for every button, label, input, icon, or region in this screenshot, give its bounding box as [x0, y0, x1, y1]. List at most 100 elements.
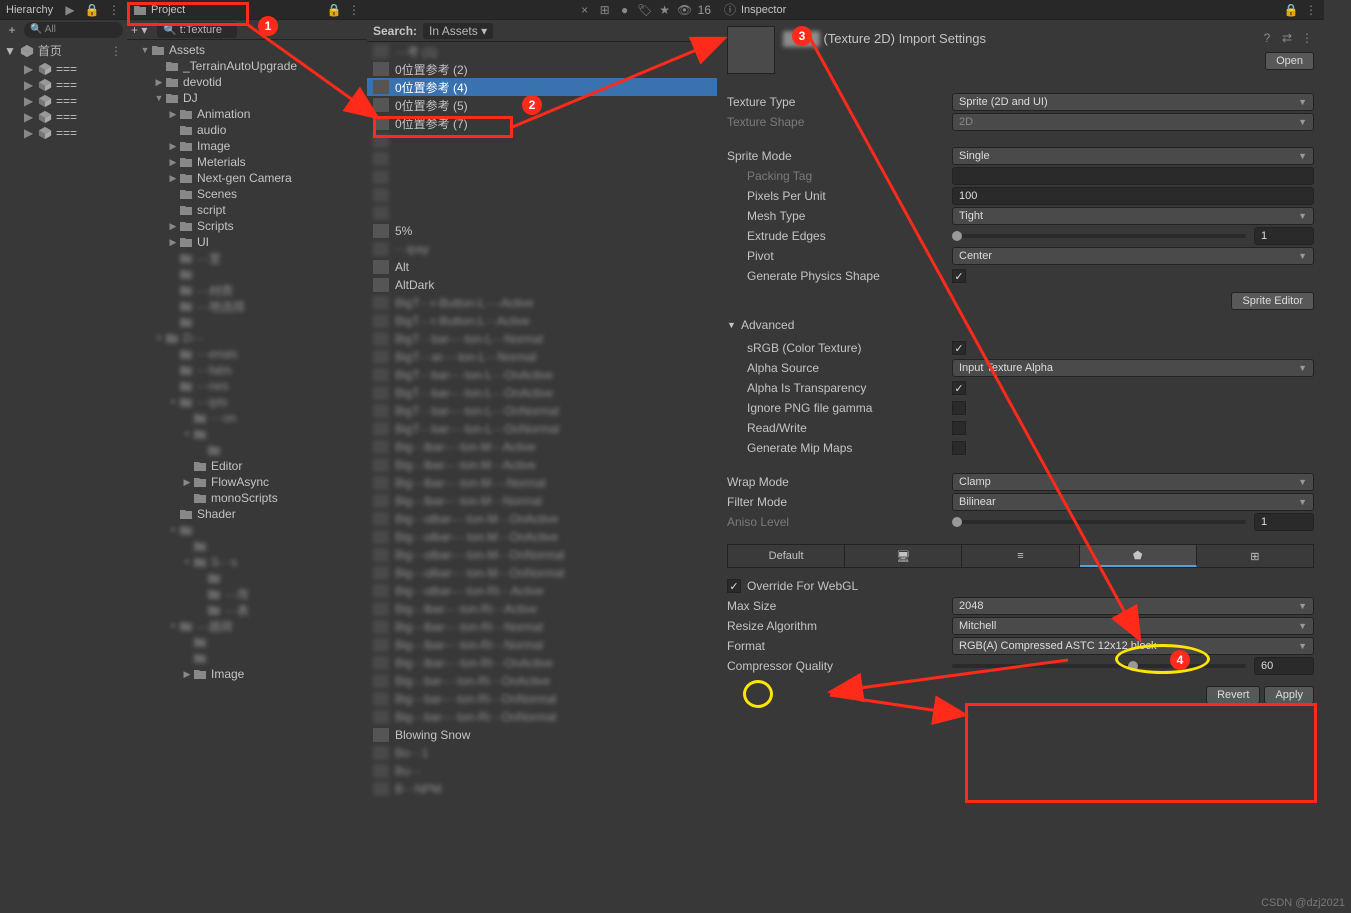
apply-button[interactable]: Apply	[1264, 686, 1314, 704]
search-result-item[interactable]: 5%	[367, 222, 717, 240]
search-result-item[interactable]: Big···lbar-···ton-Ri···Active	[367, 600, 717, 618]
search-result-item[interactable]: BigT···bar-···ton-L···OnNormal	[367, 402, 717, 420]
star-icon[interactable]: ★	[658, 3, 672, 17]
menu-icon[interactable]: ⋮	[109, 44, 123, 58]
tree-item[interactable]: ···传	[127, 586, 367, 602]
filter-mode-dropdown[interactable]: Bilinear▼	[952, 493, 1314, 511]
help-icon[interactable]: ?	[1260, 31, 1274, 45]
search-result-item[interactable]	[367, 186, 717, 204]
srgb-checkbox[interactable]	[952, 341, 966, 355]
search-result-item[interactable]: Big···bar-···ton-Ri···OnNormal	[367, 708, 717, 726]
tree-item[interactable]: ▶Image	[127, 138, 367, 154]
search-result-item[interactable]: BigT···ar-···ton-L···Normal	[367, 348, 717, 366]
tree-item[interactable]: ···表	[127, 602, 367, 618]
tree-item[interactable]: ···on	[127, 410, 367, 426]
platform-tab-windows[interactable]: ⊞	[1197, 545, 1313, 567]
search-result-item[interactable]	[367, 168, 717, 186]
tree-item[interactable]: ···erials	[127, 346, 367, 362]
search-result-item[interactable]: BigT···bar-···ton-L···OnActive	[367, 384, 717, 402]
filter-icon[interactable]: ●	[618, 3, 632, 17]
tree-item[interactable]	[127, 314, 367, 330]
search-result-item[interactable]: Big···lbar-···ton-M···-Normal	[367, 474, 717, 492]
advanced-foldout[interactable]: ▼Advanced	[717, 314, 1324, 336]
search-result-item[interactable]: Big···olbar-···ton-M···OnNormal	[367, 564, 717, 582]
sprite-editor-button[interactable]: Sprite Editor	[1231, 292, 1314, 310]
menu-icon[interactable]: ⋮	[1300, 31, 1314, 45]
menu-icon[interactable]: ⋮	[1304, 3, 1318, 17]
alpha-trans-checkbox[interactable]	[952, 381, 966, 395]
scene-root[interactable]: ▼ 首页 ⋮	[0, 40, 127, 61]
sprite-mode-dropdown[interactable]: Single▼	[952, 147, 1314, 165]
project-search-input[interactable]: 🔍 t:Texture	[157, 22, 237, 38]
search-result-item[interactable]: Big···olbar-···ton-M···OnActive	[367, 528, 717, 546]
tree-item[interactable]: script	[127, 202, 367, 218]
search-result-item[interactable]: 0位置参考 (4)	[367, 78, 717, 96]
search-result-item[interactable]: BigT···bar-···ton-L···OnNormal	[367, 420, 717, 438]
platform-tab-webgl[interactable]: ⬟	[1080, 545, 1197, 567]
tree-item[interactable]: ▼···ipts	[127, 394, 367, 410]
open-button[interactable]: Open	[1265, 52, 1314, 70]
menu-icon[interactable]: ⋮	[107, 3, 121, 17]
search-result-item[interactable]: 0位置参考 (5)	[367, 96, 717, 114]
packing-tag-input[interactable]	[952, 167, 1314, 185]
search-result-item[interactable]: Big···olbar-···ton-M···OnActive	[367, 510, 717, 528]
ignore-gamma-checkbox[interactable]	[952, 401, 966, 415]
search-result-item[interactable]: Big···lbar-···ton-Ri···OnActive	[367, 654, 717, 672]
tree-item[interactable]: ▶Image	[127, 666, 367, 682]
add-icon[interactable]: + ▾	[131, 23, 151, 37]
generate-physics-checkbox[interactable]	[952, 269, 966, 283]
revert-button[interactable]: Revert	[1206, 686, 1260, 704]
mesh-type-dropdown[interactable]: Tight▼	[952, 207, 1314, 225]
mipmap-checkbox[interactable]	[952, 441, 966, 455]
tree-item[interactable]: Scenes	[127, 186, 367, 202]
tree-item[interactable]: Editor	[127, 458, 367, 474]
format-dropdown[interactable]: RGB(A) Compressed ASTC 12x12 block▼	[952, 637, 1314, 655]
tree-item[interactable]	[127, 442, 367, 458]
tree-item[interactable]: ▶Scripts	[127, 218, 367, 234]
search-result-item[interactable]	[367, 132, 717, 150]
search-result-item[interactable]: BigT···bar-···ton-L···OnActive	[367, 366, 717, 384]
collapse-icon[interactable]: ⊞	[598, 3, 612, 17]
search-result-item[interactable]: Big···lbar-···ton-Ri···Normal	[367, 636, 717, 654]
quality-slider[interactable]	[952, 664, 1246, 668]
search-result-item[interactable]: Big···lbar-···ton-Ri···Normal	[367, 618, 717, 636]
tree-item[interactable]: ▼DJ	[127, 90, 367, 106]
tree-item[interactable]	[127, 570, 367, 586]
max-size-dropdown[interactable]: 2048▼	[952, 597, 1314, 615]
texture-type-dropdown[interactable]: Sprite (2D and UI)▼	[952, 93, 1314, 111]
tree-item[interactable]: ▼Assets	[127, 42, 367, 58]
alpha-source-dropdown[interactable]: Input Texture Alpha▼	[952, 359, 1314, 377]
tree-item[interactable]: ▶Meterials	[127, 154, 367, 170]
tree-item[interactable]: Shader	[127, 506, 367, 522]
search-result-item[interactable]	[367, 204, 717, 222]
tree-item[interactable]	[127, 538, 367, 554]
hierarchy-item[interactable]: ▶===	[0, 93, 127, 109]
menu-icon[interactable]: ⋮	[347, 3, 361, 17]
override-checkbox[interactable]	[727, 579, 741, 593]
search-result-item[interactable]: Big···lbar-···ton-M···Active	[367, 438, 717, 456]
tree-item[interactable]: ▶Next-gen Camera	[127, 170, 367, 186]
lock-icon[interactable]: 🔒	[327, 3, 341, 17]
tree-item[interactable]: ▼	[127, 426, 367, 442]
search-result-item[interactable]: Big···bar-···ton-Ri···OnNormal	[367, 690, 717, 708]
tree-item[interactable]: ▶FlowAsync	[127, 474, 367, 490]
aniso-input[interactable]	[1254, 513, 1314, 531]
search-result-item[interactable]: Big···lbar-···ton-M···Active	[367, 456, 717, 474]
aniso-slider[interactable]	[952, 520, 1246, 524]
tree-item[interactable]: ▼	[127, 522, 367, 538]
expand-arrow-icon[interactable]: ▼	[4, 44, 16, 58]
tree-item[interactable]: ▶Animation	[127, 106, 367, 122]
search-result-item[interactable]: ···考 (1)	[367, 42, 717, 60]
hierarchy-item[interactable]: ▶===	[0, 109, 127, 125]
search-result-item[interactable]	[367, 150, 717, 168]
search-result-item[interactable]: Alt	[367, 258, 717, 276]
close-search-icon[interactable]: ×	[578, 3, 592, 17]
tree-item[interactable]: ▼D···	[127, 330, 367, 346]
inspector-tab-header[interactable]: ⓘ Inspector 🔒 ⋮	[717, 0, 1324, 20]
ppu-input[interactable]	[952, 187, 1314, 205]
tree-item[interactable]: ···室	[127, 250, 367, 266]
tree-item[interactable]: ···fabs	[127, 362, 367, 378]
search-result-item[interactable]: BigT···r-Button-L···Active	[367, 312, 717, 330]
tree-item[interactable]: _TerrainAutoUpgrade	[127, 58, 367, 74]
search-result-item[interactable]: BigT···bar-···ton-L···Normal	[367, 330, 717, 348]
